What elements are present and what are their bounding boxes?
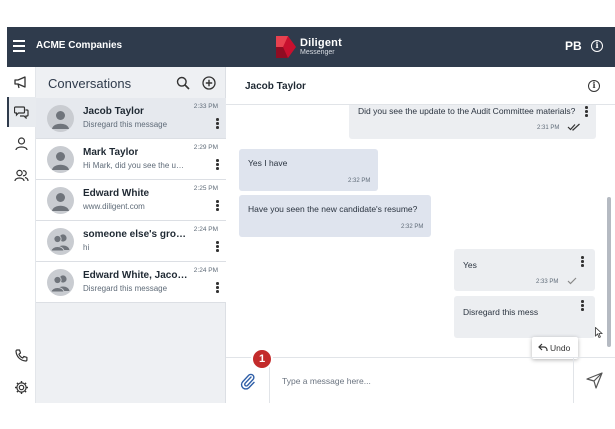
avatar (47, 228, 74, 255)
info-icon[interactable]: i (591, 40, 603, 52)
navigation-rail (7, 67, 36, 403)
message-text: Yes I have (248, 158, 288, 168)
gear-icon (15, 381, 28, 394)
people-icon (14, 169, 29, 182)
undo-button[interactable]: Undo (532, 337, 578, 359)
chat-panel: Jacob Taylor i Did you see the update to… (226, 67, 615, 403)
rail-item-calls[interactable] (7, 341, 36, 371)
user-initials-button[interactable]: PB (565, 39, 582, 53)
person-avatar-icon (52, 152, 69, 170)
conversation-item[interactable]: Jacob Taylor Disregard this message 2:33… (36, 98, 226, 139)
mouse-cursor-icon (595, 327, 603, 338)
message-text: Did you see the update to the Audit Comm… (358, 106, 576, 116)
group-avatar-icon (50, 275, 70, 293)
conversations-title: Conversations (48, 76, 132, 91)
more-vertical-icon[interactable] (585, 106, 588, 117)
conversation-time: 2:29 PM (193, 144, 218, 151)
message-list: Did you see the update to the Audit Comm… (226, 105, 615, 357)
message-bubble: Yes I have 2:32 PM (239, 149, 378, 191)
paperclip-icon (240, 373, 255, 390)
message-scrollbar[interactable] (607, 105, 611, 357)
messenger-app: ACME Companies Diligent Messenger PB i C… (7, 27, 615, 403)
check-icon (567, 277, 577, 285)
person-icon (15, 137, 28, 151)
rail-item-contacts[interactable] (7, 129, 36, 159)
conversation-name: someone else's group (83, 229, 188, 240)
more-vertical-icon[interactable] (581, 256, 584, 267)
avatar (47, 269, 74, 296)
message-text: Yes (463, 260, 477, 270)
message-bubble: Have you seen the new candidate's resume… (239, 195, 431, 237)
scrollbar-thumb[interactable] (607, 197, 611, 347)
more-vertical-icon[interactable] (581, 300, 584, 311)
message-time: 2:32 PM (401, 224, 424, 230)
message-text: Have you seen the new candidate's resume… (248, 204, 418, 214)
chat-header: Jacob Taylor i (226, 67, 615, 105)
message-time: 2:33 PM (536, 279, 559, 285)
logo-subtitle: Messenger (300, 49, 335, 56)
logo-name: Diligent (300, 37, 342, 49)
message-time: 2:31 PM (537, 125, 560, 131)
conversation-info-icon[interactable]: i (588, 80, 600, 92)
message-bubble: Disregard this mess (454, 296, 595, 338)
diligent-logo-mark-icon (276, 36, 296, 58)
conversation-preview: Disregard this message (83, 284, 168, 293)
conversation-time: 2:24 PM (193, 226, 218, 233)
chat-title: Jacob Taylor (245, 81, 306, 92)
send-button[interactable] (573, 358, 615, 403)
double-check-icon (567, 123, 580, 131)
group-avatar-icon (50, 234, 70, 252)
megaphone-icon (14, 76, 26, 89)
hamburger-menu-icon[interactable] (13, 40, 25, 52)
person-avatar-icon (52, 111, 69, 129)
chat-bubbles-icon (14, 106, 29, 119)
more-vertical-icon[interactable] (216, 282, 219, 293)
message-time: 2:32 PM (348, 178, 371, 184)
message-text: Disregard this mess (463, 307, 539, 317)
top-bar: ACME Companies Diligent Messenger PB i (7, 27, 615, 67)
avatar (47, 146, 74, 173)
conversation-name: Mark Taylor (83, 147, 139, 158)
conversations-panel: Conversations Jacob Taylor Disregard thi… (36, 67, 226, 403)
conversation-name: Jacob Taylor (83, 106, 144, 117)
rail-item-conversations[interactable] (7, 97, 36, 127)
search-icon[interactable] (176, 76, 190, 90)
conversation-list: Jacob Taylor Disregard this message 2:33… (36, 98, 226, 303)
conversation-time: 2:33 PM (193, 103, 218, 110)
conversation-item[interactable]: Edward White www.diligent.com 2:25 PM (36, 180, 226, 221)
conversation-name: Edward White (83, 188, 150, 199)
message-bubble: Did you see the update to the Audit Comm… (349, 105, 596, 139)
avatar (47, 187, 74, 214)
conversation-time: 2:25 PM (193, 185, 218, 192)
more-vertical-icon[interactable] (216, 241, 219, 252)
more-vertical-icon[interactable] (216, 118, 219, 129)
avatar (47, 105, 74, 132)
conversation-item[interactable]: Mark Taylor Hi Mark, did you see the upd… (36, 139, 226, 180)
message-composer (226, 357, 615, 403)
conversation-item[interactable]: Edward White, Jacob Taylor Disregard thi… (36, 262, 226, 303)
rail-item-groups[interactable] (7, 160, 36, 190)
message-input[interactable] (282, 373, 562, 389)
diligent-logo: Diligent Messenger (276, 36, 346, 58)
undo-label: Undo (550, 343, 571, 353)
person-avatar-icon (52, 193, 69, 211)
conversation-preview: www.diligent.com (83, 202, 145, 211)
rail-item-settings[interactable] (7, 372, 36, 402)
organization-name: ACME Companies (36, 40, 123, 51)
conversation-preview: hi (83, 243, 90, 252)
more-vertical-icon[interactable] (216, 159, 219, 170)
phone-icon (15, 349, 28, 362)
undo-arrow-icon (538, 343, 548, 351)
more-vertical-icon[interactable] (216, 200, 219, 211)
conversation-name: Edward White, Jacob Taylor (83, 270, 188, 281)
new-conversation-plus-icon[interactable] (202, 76, 216, 90)
conversation-preview: Hi Mark, did you see the updated (83, 161, 188, 170)
rail-item-announcements[interactable] (7, 67, 36, 97)
conversation-item[interactable]: someone else's group hi 2:24 PM (36, 221, 226, 262)
conversation-preview: Disregard this message (83, 120, 168, 129)
conversation-time: 2:24 PM (193, 267, 218, 274)
message-bubble: Yes 2:33 PM (454, 249, 595, 291)
step-number-badge: 1 (251, 348, 273, 370)
send-icon (586, 372, 603, 389)
